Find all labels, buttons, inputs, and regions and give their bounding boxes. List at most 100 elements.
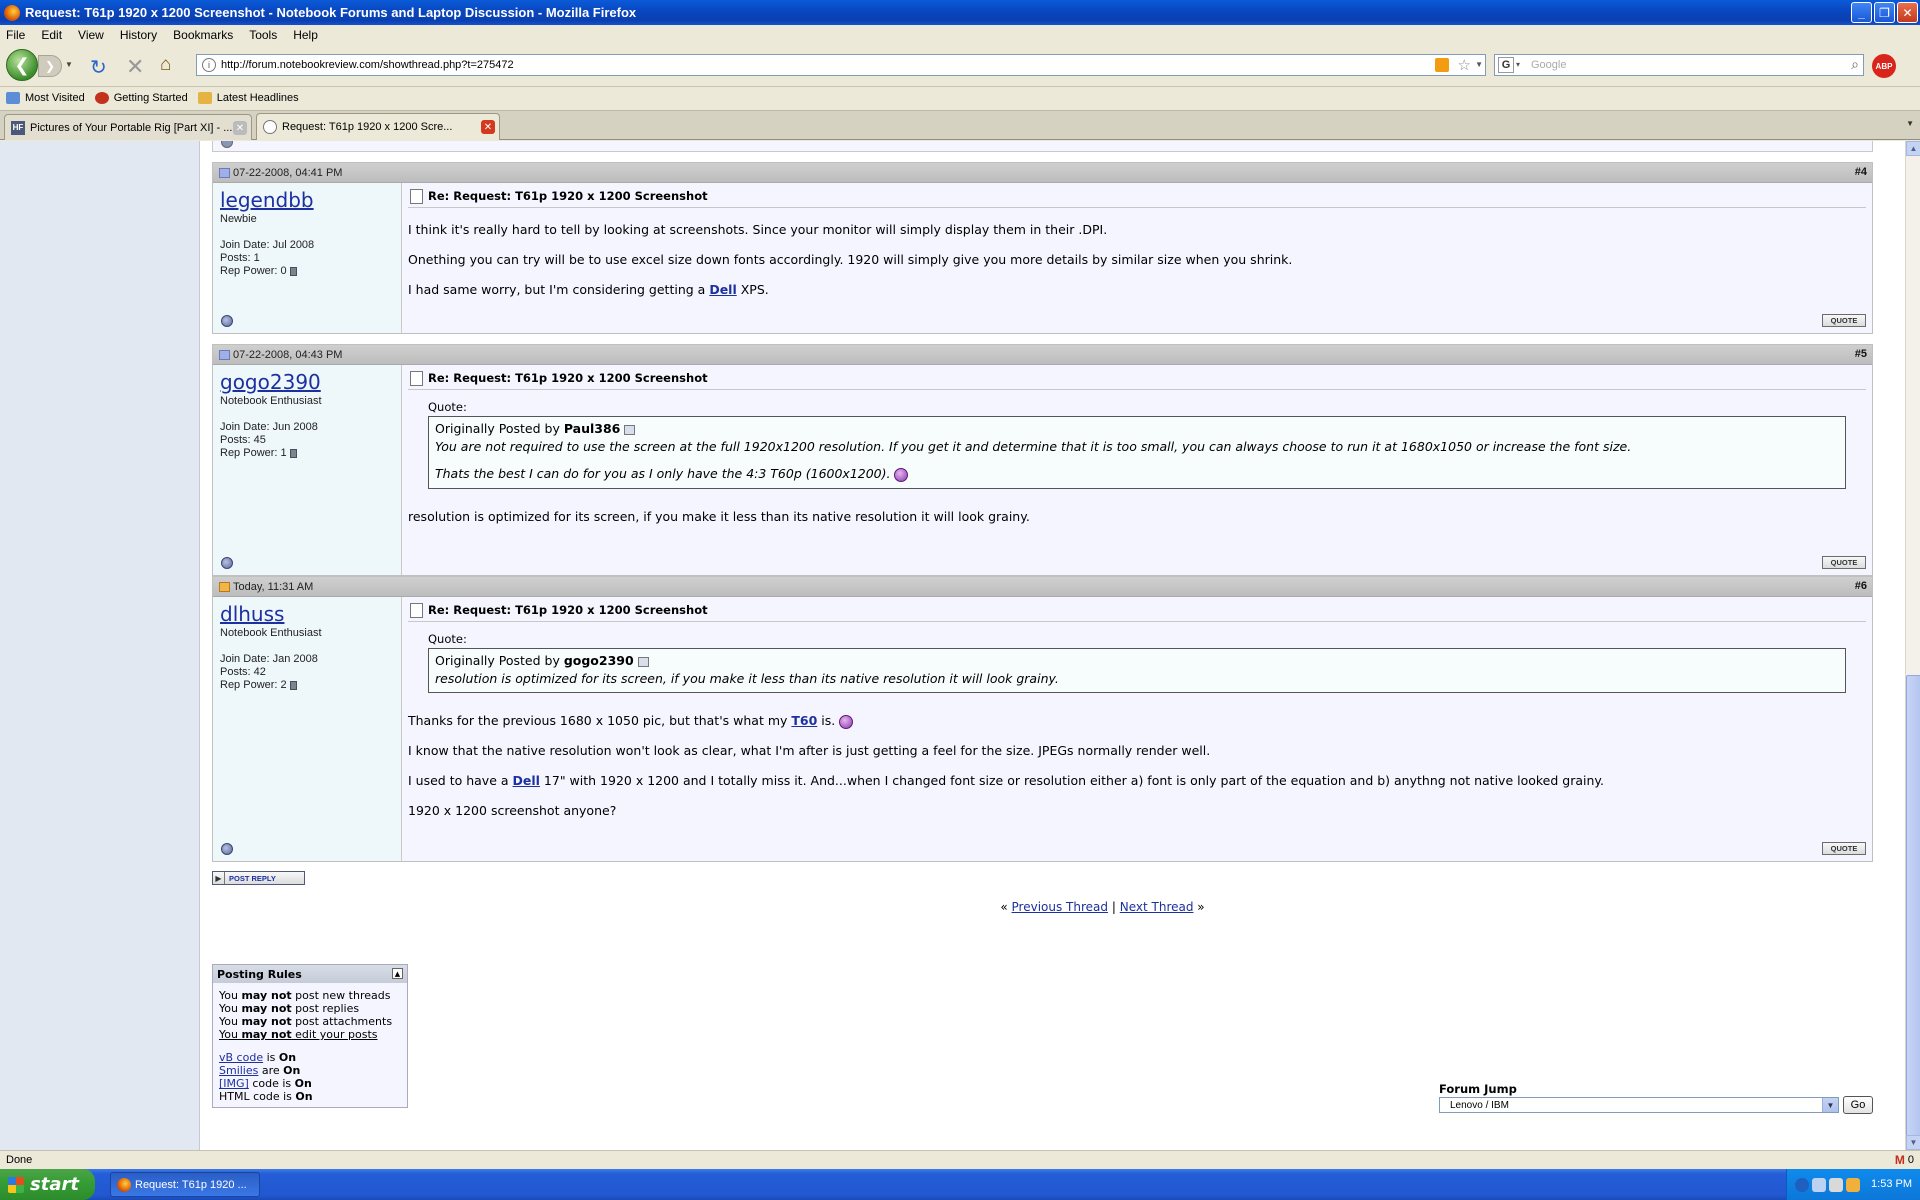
post-status-icon	[219, 349, 230, 360]
post-text: I had same worry, but I'm considering ge…	[408, 282, 710, 297]
quote-text: Thats the best I can do for you as I onl…	[435, 466, 1839, 482]
scrollbar-thumb[interactable]	[1906, 675, 1920, 1163]
url-dropdown-icon[interactable]: ▼	[1475, 60, 1483, 69]
post-header: 07-22-2008, 04:41 PM #4	[213, 163, 1872, 183]
view-post-icon[interactable]	[624, 424, 636, 435]
bookmark-most-visited[interactable]: Most Visited	[6, 92, 85, 104]
bookmark-getting-started[interactable]: Getting Started	[94, 92, 188, 104]
quote-attribution: Originally Posted by Paul386	[435, 421, 1839, 436]
reload-icon[interactable]: ↻	[90, 55, 107, 80]
taskbar-firefox-window[interactable]: Request: T61p 1920 ...	[110, 1172, 260, 1197]
search-icon[interactable]: ⌕	[1851, 56, 1859, 73]
rule-text: You	[219, 1015, 242, 1028]
rss-icon[interactable]	[1435, 58, 1449, 72]
post-text: 17" with 1920 x 1200 and I totally miss …	[539, 773, 1604, 788]
previous-thread-link[interactable]: Previous Thread	[1012, 900, 1109, 914]
menu-bookmarks[interactable]: Bookmarks	[173, 28, 233, 42]
code-state: On	[278, 1051, 297, 1064]
post-number[interactable]: #5	[1855, 348, 1867, 360]
post-paragraph: Thanks for the previous 1680 x 1050 pic,…	[408, 713, 1866, 729]
site-identity-icon[interactable]: i	[202, 58, 216, 72]
google-icon[interactable]: G	[1498, 57, 1514, 73]
img-code-link[interactable]: [IMG]	[219, 1077, 249, 1090]
post-paragraph: I used to have a Dell 17" with 1920 x 12…	[408, 773, 1866, 789]
quote-button[interactable]: QUOTE	[1822, 556, 1866, 569]
post-paragraph: resolution is optimized for its screen, …	[408, 508, 1030, 524]
volume-icon[interactable]	[1829, 1177, 1843, 1192]
t60-link[interactable]: T60	[791, 713, 817, 728]
history-dropdown-icon[interactable]: ▼	[65, 60, 73, 69]
post-reply-button[interactable]: ▶ POST REPLY	[212, 871, 305, 885]
vertical-scrollbar[interactable]: ▲ ▼	[1905, 141, 1920, 1163]
gmail-notifier[interactable]: M 0	[1895, 1153, 1914, 1167]
user-stats: Join Date: Jul 2008 Posts: 1 Rep Power: …	[220, 239, 395, 278]
home-icon[interactable]: ⌂	[160, 54, 171, 76]
window-title: Request: T61p 1920 x 1200 Screenshot - N…	[25, 5, 637, 20]
menu-view[interactable]: View	[78, 28, 104, 42]
menu-edit[interactable]: Edit	[41, 28, 62, 42]
search-input[interactable]: G ▾ Google ⌕	[1494, 54, 1864, 76]
forward-button[interactable]: ❯	[38, 55, 62, 77]
minimize-button[interactable]: _	[1851, 2, 1872, 23]
next-thread-link[interactable]: Next Thread	[1120, 900, 1194, 914]
tab-label: Pictures of Your Portable Rig [Part XI] …	[30, 121, 233, 134]
close-window-button[interactable]: ✕	[1897, 2, 1918, 23]
status-bar: Done M 0	[0, 1150, 1920, 1168]
post-number[interactable]: #4	[1855, 166, 1867, 178]
menu-history[interactable]: History	[120, 28, 157, 42]
post-reply-label: POST REPLY	[229, 873, 276, 883]
dell-link[interactable]: Dell	[513, 773, 540, 788]
forum-jump-select[interactable]: Lenovo / IBM ▼	[1439, 1097, 1839, 1113]
quote-label: Quote:	[428, 400, 467, 414]
close-tab-icon[interactable]: ✕	[481, 120, 495, 134]
chevron-down-icon[interactable]: ▼	[1822, 1098, 1838, 1112]
rule-line: You may not edit your posts	[219, 1028, 401, 1041]
smiley-icon	[894, 467, 909, 482]
username-link[interactable]: legendbb	[220, 189, 395, 211]
url-bar[interactable]: i http://forum.notebookreview.com/showth…	[196, 54, 1486, 76]
code-line: [IMG] code is On	[219, 1077, 401, 1090]
search-engine-dropdown-icon[interactable]: ▾	[1516, 60, 1520, 69]
tab-request-screenshot[interactable]: Request: T61p 1920 x 1200 Scre... ✕	[256, 113, 500, 140]
stop-icon[interactable]: ✕	[126, 54, 144, 80]
forum-jump-go-button[interactable]: Go	[1843, 1096, 1873, 1114]
quote-button[interactable]: QUOTE	[1822, 842, 1866, 855]
system-tray: 1:53 PM	[1786, 1169, 1920, 1200]
quote-box: Originally Posted by gogo2390 resolution…	[428, 648, 1846, 693]
tray-app-icon[interactable]	[1846, 1177, 1860, 1192]
vb-code-link[interactable]: vB code	[219, 1051, 263, 1064]
tab-bar: HF Pictures of Your Portable Rig [Part X…	[0, 110, 1920, 140]
network-icon[interactable]	[1812, 1177, 1826, 1192]
tray-arrow-icon[interactable]	[1795, 1177, 1809, 1192]
dell-link[interactable]: Dell	[709, 282, 736, 297]
adblock-plus-icon[interactable]: ABP	[1872, 54, 1896, 78]
username-link[interactable]: gogo2390	[220, 371, 395, 393]
start-label: start	[30, 1174, 79, 1195]
bookmark-latest-headlines[interactable]: Latest Headlines	[197, 92, 299, 104]
collapse-icon[interactable]: ▲	[392, 968, 403, 979]
menu-tools[interactable]: Tools	[249, 28, 277, 42]
code-line: vB code is On	[219, 1051, 401, 1064]
restore-button[interactable]: ❐	[1874, 2, 1895, 23]
quote-button[interactable]: QUOTE	[1822, 314, 1866, 327]
tab-portable-rig[interactable]: HF Pictures of Your Portable Rig [Part X…	[4, 114, 252, 140]
post-number[interactable]: #6	[1855, 580, 1867, 592]
rule-text: You	[219, 1028, 242, 1041]
view-post-icon[interactable]	[637, 656, 649, 667]
forum-jump-label: Forum Jump	[1439, 1082, 1517, 1096]
smilies-link[interactable]: Smilies	[219, 1064, 258, 1077]
start-button[interactable]: start	[0, 1169, 95, 1200]
firefox-icon	[4, 4, 20, 21]
bookmark-star-icon[interactable]: ☆	[1458, 56, 1471, 74]
tab-list-dropdown-icon[interactable]: ▼	[1906, 119, 1914, 128]
menu-help[interactable]: Help	[293, 28, 318, 42]
close-tab-icon[interactable]: ✕	[233, 121, 247, 135]
back-button[interactable]: ❮	[6, 49, 38, 81]
clock: 1:53 PM	[1871, 1178, 1912, 1190]
scroll-down-icon[interactable]: ▼	[1906, 1135, 1920, 1150]
menu-file[interactable]: File	[6, 28, 25, 42]
scroll-up-icon[interactable]: ▲	[1906, 141, 1920, 156]
quote-attribution: Originally Posted by gogo2390	[435, 653, 1839, 668]
username-link[interactable]: dlhuss	[220, 603, 395, 625]
post-status-icon	[219, 581, 230, 592]
